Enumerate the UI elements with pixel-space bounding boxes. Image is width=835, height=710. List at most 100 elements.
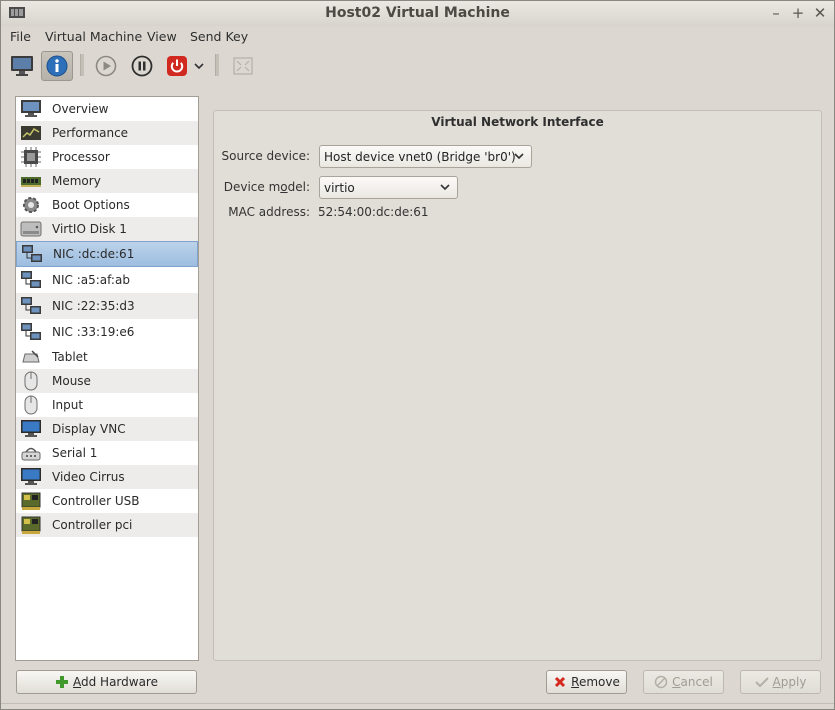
- monitor-icon: [11, 56, 33, 76]
- hardware-item-boot-options[interactable]: Boot Options: [16, 193, 198, 217]
- title-bar[interactable]: Host02 Virtual Machine – + ✕: [1, 1, 834, 26]
- apply-label: Apply: [772, 675, 807, 689]
- tablet-icon: [20, 347, 42, 367]
- panel-title: Virtual Network Interface: [431, 115, 604, 129]
- add-hardware-button[interactable]: Add Hardware: [16, 670, 197, 694]
- maximize-icon[interactable]: +: [790, 4, 806, 22]
- device-model-label: Device model:: [223, 180, 310, 194]
- network-icon: [20, 296, 42, 316]
- chevron-down-icon: [514, 153, 524, 160]
- hardware-item-label: NIC :22:35:d3: [52, 299, 135, 313]
- network-icon: [20, 270, 42, 290]
- hardware-item-input[interactable]: Input: [16, 393, 198, 417]
- chevron-down-icon: [194, 63, 204, 70]
- hardware-item-video-cirrus[interactable]: Video Cirrus: [16, 465, 198, 489]
- hardware-item-label: Controller pci: [52, 518, 133, 532]
- plus-icon: [55, 675, 69, 689]
- hardware-item-nic-33-19-e6[interactable]: NIC :33:19:e6: [16, 319, 198, 345]
- info-icon: [46, 55, 68, 77]
- hardware-item-tablet[interactable]: Tablet: [16, 345, 198, 369]
- source-device-label: Source device:: [221, 149, 311, 163]
- console-button[interactable]: [6, 51, 38, 81]
- hardware-item-label: NIC :33:19:e6: [52, 325, 135, 339]
- details-button[interactable]: [41, 51, 73, 81]
- mac-address-label: MAC address:: [228, 205, 310, 219]
- hardware-item-label: Input: [52, 398, 84, 412]
- shutdown-menu-button[interactable]: [191, 51, 207, 81]
- power-icon: [167, 56, 187, 76]
- hardware-item-display-vnc[interactable]: Display VNC: [16, 417, 198, 441]
- source-device-dropdown[interactable]: Host device vnet0 (Bridge 'br0'): [319, 145, 532, 168]
- fullscreen-icon: [233, 57, 253, 75]
- hardware-item-nic-22-35-d3[interactable]: NIC :22:35:d3: [16, 293, 198, 319]
- checkmark-icon: [754, 675, 769, 689]
- hardware-list: Overview Performance Processor Memory Bo…: [15, 96, 199, 661]
- hardware-item-label: Mouse: [52, 374, 91, 388]
- source-device-value: Host device vnet0 (Bridge 'br0'): [324, 149, 516, 164]
- pause-icon: [131, 55, 153, 77]
- hardware-item-label: Boot Options: [52, 198, 130, 212]
- display-icon: [20, 467, 42, 487]
- toolbar-separator: [215, 54, 219, 76]
- memory-icon: [20, 171, 42, 191]
- menu-send-key[interactable]: Send Key: [190, 29, 248, 44]
- controller-icon: [20, 515, 42, 535]
- menu-bar: File Virtual Machine View Send Key: [1, 26, 834, 48]
- hardware-item-label: Tablet: [52, 350, 88, 364]
- device-model-value: virtio: [324, 180, 355, 195]
- monitor-icon: [20, 99, 42, 119]
- apply-button[interactable]: Apply: [740, 670, 821, 694]
- remove-icon: [553, 675, 567, 689]
- hardware-item-serial-1[interactable]: Serial 1: [16, 441, 198, 465]
- minimize-icon[interactable]: –: [768, 4, 784, 22]
- display-icon: [20, 419, 42, 439]
- hardware-item-virtio-disk-1[interactable]: VirtIO Disk 1: [16, 217, 198, 241]
- cpu-icon: [20, 147, 42, 167]
- hardware-item-label: Video Cirrus: [52, 470, 125, 484]
- shutdown-button[interactable]: [161, 51, 193, 81]
- serial-icon: [20, 443, 42, 463]
- chart-icon: [20, 123, 42, 143]
- hardware-item-controller-pci[interactable]: Controller pci: [16, 513, 198, 537]
- cancel-label: Cancel: [672, 675, 713, 689]
- cancel-button[interactable]: Cancel: [643, 670, 724, 694]
- play-icon: [95, 55, 117, 77]
- menu-file[interactable]: File: [10, 29, 31, 44]
- cancel-icon: [654, 675, 668, 689]
- hardware-item-label: Memory: [52, 174, 101, 188]
- remove-label: Remove: [571, 675, 620, 689]
- vm-details-window: Host02 Virtual Machine – + ✕ File Virtua…: [0, 0, 835, 710]
- mouse-icon: [20, 395, 42, 415]
- disk-icon: [20, 219, 42, 239]
- remove-button[interactable]: Remove: [546, 670, 627, 694]
- hardware-item-mouse[interactable]: Mouse: [16, 369, 198, 393]
- add-hardware-label: Add Hardware: [73, 675, 158, 689]
- hardware-item-label: Controller USB: [52, 494, 140, 508]
- hardware-item-nic-dc-de-61[interactable]: NIC :dc:de:61: [16, 241, 198, 267]
- hardware-item-label: Performance: [52, 126, 129, 140]
- hardware-item-label: NIC :a5:af:ab: [52, 273, 130, 287]
- network-icon: [20, 322, 42, 342]
- hardware-item-label: VirtIO Disk 1: [52, 222, 127, 236]
- controller-icon: [20, 491, 42, 511]
- hardware-item-overview[interactable]: Overview: [16, 97, 198, 121]
- hardware-item-controller-usb[interactable]: Controller USB: [16, 489, 198, 513]
- mouse-icon: [20, 371, 42, 391]
- hardware-item-performance[interactable]: Performance: [16, 121, 198, 145]
- mac-address-value: 52:54:00:dc:de:61: [318, 205, 429, 219]
- toolbar-separator: [80, 54, 84, 76]
- gear-icon: [20, 195, 42, 215]
- status-bar: [1, 703, 834, 710]
- hardware-item-processor[interactable]: Processor: [16, 145, 198, 169]
- hardware-item-nic-a5-af-ab[interactable]: NIC :a5:af:ab: [16, 267, 198, 293]
- run-button[interactable]: [90, 51, 122, 81]
- fullscreen-button[interactable]: [227, 51, 259, 81]
- close-icon[interactable]: ✕: [812, 4, 828, 22]
- menu-virtual-machine[interactable]: Virtual Machine: [45, 29, 142, 44]
- menu-view[interactable]: View: [147, 29, 177, 44]
- pause-button[interactable]: [126, 51, 158, 81]
- device-model-dropdown[interactable]: virtio: [319, 176, 458, 199]
- nic-details-panel: Virtual Network Interface Source device:…: [213, 110, 822, 661]
- toolbar: [1, 48, 834, 84]
- hardware-item-memory[interactable]: Memory: [16, 169, 198, 193]
